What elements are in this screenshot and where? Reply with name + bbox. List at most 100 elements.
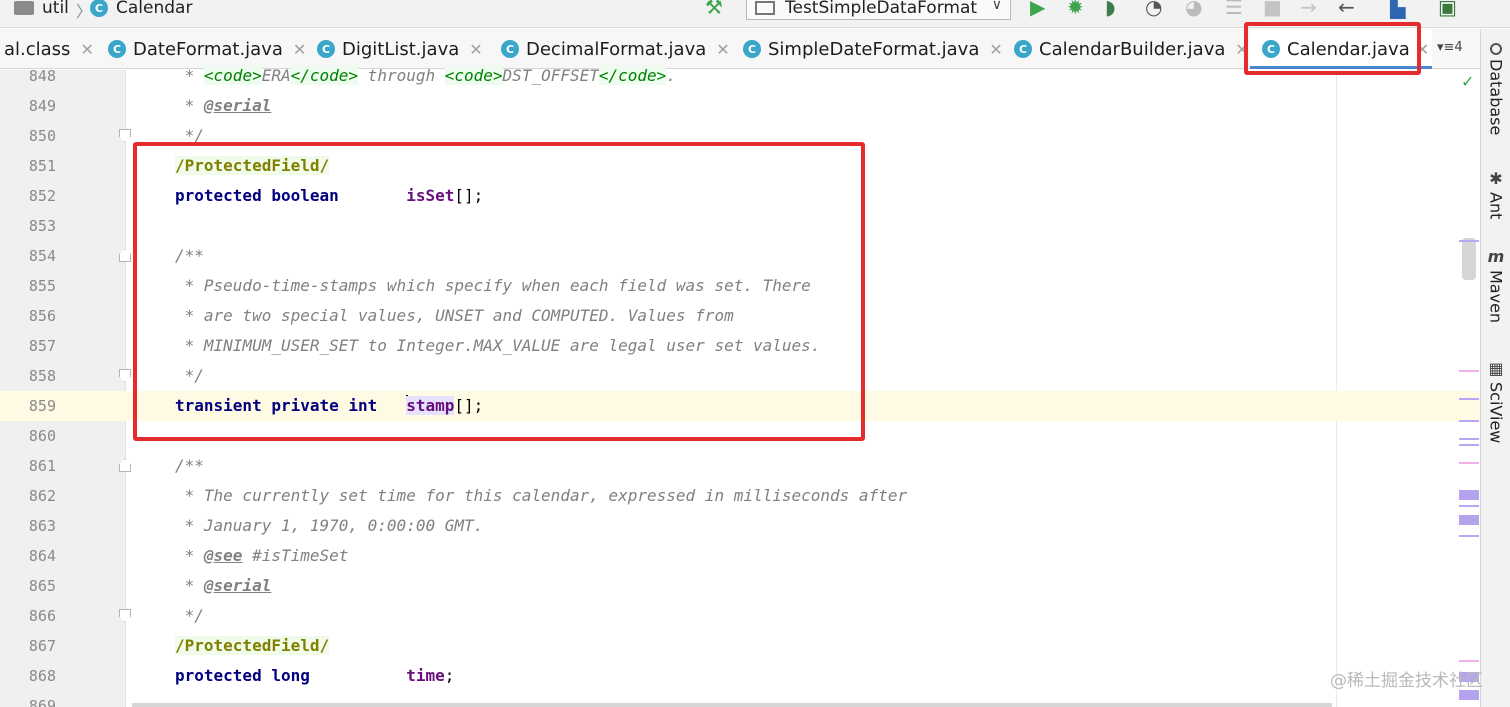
chevron-down-icon: ∨ — [991, 0, 1002, 13]
stripe-marker[interactable] — [1459, 535, 1479, 537]
line-number: 864 — [28, 547, 56, 565]
stripe-marker[interactable] — [1459, 515, 1479, 525]
hammer-icon[interactable]: ⚒ — [705, 0, 723, 18]
code-text: * The currently set time for this calend… — [175, 486, 908, 505]
line-number: 859 — [28, 397, 56, 415]
line-number: 867 — [28, 637, 56, 655]
close-icon[interactable]: ✕ — [293, 40, 306, 59]
stripe-marker[interactable] — [1459, 660, 1479, 662]
code-line[interactable]: 864 * @see #isTimeSet — [0, 541, 1480, 571]
code-line[interactable]: 861 /** — [0, 451, 1480, 481]
stripe-marker[interactable] — [1459, 490, 1479, 500]
code-text: /ProtectedField/ — [175, 636, 330, 655]
right-tool-strip: Database ✱ Ant m Maven ▦ SciView — [1480, 29, 1510, 707]
code-text: /** — [175, 456, 204, 475]
inspection-ok-icon[interactable]: ✓ — [1461, 72, 1474, 91]
class-icon: C — [501, 40, 519, 58]
class-icon: C — [317, 40, 335, 58]
ant-tool[interactable]: ✱ Ant — [1484, 169, 1508, 219]
line-number: 854 — [28, 247, 56, 265]
database-icon — [1490, 43, 1502, 55]
line-number: 866 — [28, 607, 56, 625]
stripe-marker[interactable] — [1459, 505, 1479, 507]
line-number: 849 — [28, 97, 56, 115]
code-text: protected long time; — [175, 666, 455, 685]
fold-marker[interactable] — [119, 459, 131, 472]
sciview-tool[interactable]: ▦ SciView — [1484, 359, 1508, 443]
line-number: 857 — [28, 337, 56, 355]
profile-icon[interactable]: ◔ — [1145, 0, 1162, 18]
back-icon[interactable]: ← — [1338, 0, 1355, 18]
close-icon[interactable]: ✕ — [989, 40, 1002, 59]
stripe-marker[interactable] — [1459, 370, 1479, 372]
stripe-marker[interactable] — [1459, 240, 1479, 242]
close-icon[interactable]: ✕ — [80, 40, 93, 59]
line-number: 862 — [28, 487, 56, 505]
stripe-marker[interactable] — [1459, 690, 1479, 700]
run-icon[interactable]: ▶ — [1030, 0, 1045, 18]
line-number: 856 — [28, 307, 56, 325]
database-tool[interactable]: Database — [1484, 43, 1508, 135]
class-icon: C — [1014, 40, 1032, 58]
code-text: * @see #isTimeSet — [175, 546, 349, 565]
run-config-select[interactable]: TestSimpleDataFormat ∨ — [746, 0, 1011, 20]
close-icon[interactable]: ✕ — [716, 40, 729, 59]
code-text: * @serial — [175, 576, 272, 595]
folder-icon — [14, 1, 34, 15]
code-text: * <code>ERA</code> through <code>DST_OFF… — [175, 66, 676, 85]
horizontal-scrollbar[interactable] — [132, 703, 1332, 707]
line-number: 848 — [28, 67, 56, 85]
line-number: 865 — [28, 577, 56, 595]
line-number: 853 — [28, 217, 56, 235]
stripe-marker[interactable] — [1459, 444, 1479, 446]
project-structure-icon[interactable]: ▙ — [1390, 0, 1405, 18]
config-icon — [755, 1, 775, 15]
code-line[interactable]: 849 * @serial — [0, 91, 1480, 121]
close-icon[interactable]: ✕ — [469, 40, 482, 59]
maven-icon: m — [1487, 247, 1505, 266]
stop-icon[interactable]: ■ — [1263, 0, 1282, 18]
class-icon: C — [743, 40, 761, 58]
code-line[interactable]: 863 * January 1, 1970, 0:00:00 GMT. — [0, 511, 1480, 541]
code-line[interactable]: 865 * @serial — [0, 571, 1480, 601]
code-text: */ — [175, 606, 204, 625]
forward-icon[interactable]: → — [1300, 0, 1317, 18]
stripe-marker[interactable] — [1459, 398, 1479, 400]
class-icon: C — [108, 40, 126, 58]
debug-icon[interactable]: ✹ — [1067, 0, 1084, 18]
code-line[interactable]: 866 */ — [0, 601, 1480, 631]
maven-tool[interactable]: m Maven — [1484, 247, 1508, 323]
class-icon: C — [90, 0, 108, 17]
stripe-marker[interactable] — [1459, 462, 1479, 464]
stripe-marker[interactable] — [1459, 420, 1479, 422]
tab-overflow-button[interactable]: ▾≡4 — [1437, 40, 1463, 55]
step-icon[interactable]: ☰ — [1225, 0, 1243, 18]
attach-icon[interactable]: ◕ — [1185, 0, 1202, 18]
fold-marker[interactable] — [119, 369, 131, 382]
fold-marker[interactable] — [119, 609, 131, 622]
fold-marker[interactable] — [119, 249, 131, 262]
fold-marker[interactable] — [119, 129, 131, 142]
line-number: 858 — [28, 367, 56, 385]
line-number: 850 — [28, 127, 56, 145]
line-number: 869 — [28, 697, 56, 707]
line-number: 861 — [28, 457, 56, 475]
watermark: @稀土掘金技术社区 — [1330, 671, 1483, 691]
code-line[interactable]: 868 protected long time; — [0, 661, 1480, 691]
stripe-marker[interactable] — [1459, 438, 1479, 440]
coverage-icon[interactable]: ◗ — [1105, 0, 1116, 18]
breadcrumb-folder[interactable]: util — [14, 0, 69, 19]
sciview-icon: ▦ — [1488, 359, 1504, 378]
breadcrumb-class[interactable]: C Calendar — [90, 0, 192, 19]
tab-highlight-box — [1244, 22, 1421, 75]
terminal-icon[interactable]: ▣ — [1438, 0, 1457, 18]
code-line[interactable]: 862 * The currently set time for this ca… — [0, 481, 1480, 511]
code-text: * @serial — [175, 96, 272, 115]
code-highlight-box — [133, 142, 865, 441]
code-text: * January 1, 1970, 0:00:00 GMT. — [175, 516, 484, 535]
vertical-scrollbar[interactable] — [1462, 238, 1476, 280]
line-number: 852 — [28, 187, 56, 205]
line-number: 868 — [28, 667, 56, 685]
code-line[interactable]: 867 /ProtectedField/ — [0, 631, 1480, 661]
line-number: 851 — [28, 157, 56, 175]
